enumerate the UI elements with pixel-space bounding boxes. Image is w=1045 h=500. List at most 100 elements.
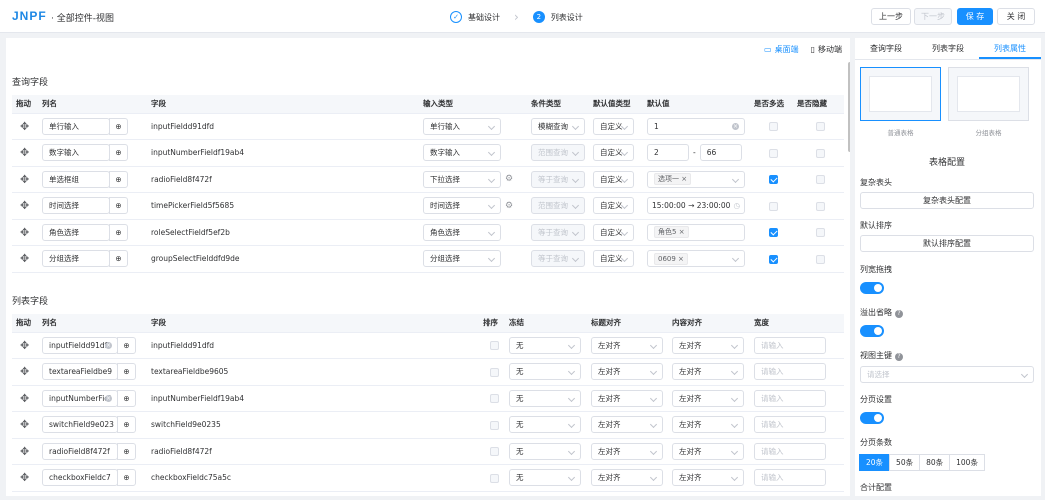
content-align-select[interactable]: 左对齐 <box>672 389 744 407</box>
multi-checkbox[interactable] <box>769 175 778 184</box>
content-align-select[interactable]: 左对齐 <box>672 336 744 354</box>
save-button[interactable]: 保 存 <box>957 8 993 25</box>
globe-icon[interactable]: ⊕ <box>109 197 128 215</box>
default-value-input[interactable]: 1 × <box>647 117 745 135</box>
range-from-input[interactable]: 2 <box>647 144 689 162</box>
freeze-select[interactable]: 无 <box>509 389 581 407</box>
time-range-input[interactable]: 15:00:00 → 23:00:00 ◷ <box>647 197 745 215</box>
condition-select[interactable]: 范围查询 <box>531 197 585 215</box>
paging-toggle[interactable] <box>860 412 884 424</box>
title-align-select[interactable]: 左对齐 <box>591 336 663 354</box>
default-type-select[interactable]: 自定义 <box>593 117 634 135</box>
drag-handle-icon[interactable]: ✥ <box>16 339 29 352</box>
column-name-input[interactable]: inputNumberFiel × <box>42 389 118 407</box>
multi-checkbox[interactable] <box>769 201 778 211</box>
input-type-select[interactable]: 数字输入 <box>423 144 501 162</box>
gear-icon[interactable]: ⚙ <box>505 174 513 184</box>
step-basic[interactable]: ✓ 基础设计 <box>450 11 500 23</box>
title-align-select[interactable]: 左对齐 <box>591 442 663 460</box>
sort-checkbox[interactable] <box>489 341 499 350</box>
width-input[interactable]: 请输入 <box>754 389 826 407</box>
column-name-input[interactable]: 分组选择 <box>42 250 110 268</box>
input-type-select[interactable]: 单行输入 <box>423 117 501 135</box>
condition-select[interactable]: 等于查询 <box>531 223 585 241</box>
globe-icon[interactable]: ⊕ <box>109 250 128 268</box>
hide-checkbox[interactable] <box>816 148 825 158</box>
prev-button[interactable]: 上一步 <box>871 8 911 25</box>
drag-handle-icon[interactable]: ✥ <box>16 471 29 484</box>
default-type-select[interactable]: 自定义 <box>593 170 634 188</box>
sort-checkbox[interactable] <box>489 367 499 377</box>
multi-checkbox[interactable] <box>769 122 778 131</box>
width-input[interactable]: 请输入 <box>754 416 826 434</box>
input-type-select[interactable]: 时间选择 <box>423 197 501 215</box>
column-name-input[interactable]: radioField8f472f <box>42 442 118 460</box>
drag-handle-icon[interactable]: ✥ <box>16 418 29 431</box>
overflow-toggle[interactable] <box>860 325 884 337</box>
width-input[interactable]: 请输入 <box>754 469 826 487</box>
drag-handle-icon[interactable]: ✥ <box>16 146 29 159</box>
title-align-select[interactable]: 左对齐 <box>591 469 663 487</box>
globe-icon[interactable]: ⊕ <box>109 117 128 135</box>
input-type-select[interactable]: 角色选择 <box>423 223 501 241</box>
col-drag-toggle[interactable] <box>860 282 884 294</box>
page-size-100[interactable]: 100条 <box>949 454 985 471</box>
drag-handle-icon[interactable]: ✥ <box>16 199 29 212</box>
column-name-input[interactable]: 单选框组 <box>42 170 110 188</box>
column-name-input[interactable]: 数字输入 <box>42 144 110 162</box>
title-align-select[interactable]: 左对齐 <box>591 416 663 434</box>
condition-select[interactable]: 等于查询 <box>531 250 585 268</box>
column-name-input[interactable]: textareaFieldbe9 <box>42 363 118 381</box>
width-input[interactable]: 请输入 <box>754 336 826 354</box>
normal-table-thumb[interactable] <box>860 67 941 121</box>
width-input[interactable]: 请输入 <box>754 363 826 381</box>
globe-icon[interactable]: ⊕ <box>117 416 136 434</box>
drag-handle-icon[interactable]: ✥ <box>16 252 29 265</box>
column-name-input[interactable]: 时间选择 <box>42 197 110 215</box>
freeze-select[interactable]: 无 <box>509 363 581 381</box>
default-type-select[interactable]: 自定义 <box>593 144 634 162</box>
freeze-select[interactable]: 无 <box>509 469 581 487</box>
clear-icon[interactable]: × <box>732 122 739 130</box>
next-button[interactable]: 下一步 <box>914 8 952 25</box>
page-size-50[interactable]: 50条 <box>889 454 921 471</box>
freeze-select[interactable]: 无 <box>509 336 581 354</box>
hide-checkbox[interactable] <box>816 122 825 131</box>
column-name-input[interactable]: 单行输入 <box>42 117 110 135</box>
multi-checkbox[interactable] <box>769 228 778 237</box>
hide-checkbox[interactable] <box>816 201 825 211</box>
view-key-select[interactable]: 请选择 <box>860 366 1034 383</box>
input-type-select[interactable]: 下拉选择 <box>423 170 501 188</box>
default-value-select[interactable]: 选项一 × <box>647 170 745 188</box>
page-size-20[interactable]: 20条 <box>859 454 891 471</box>
sort-checkbox[interactable] <box>489 420 499 430</box>
globe-icon[interactable]: ⊕ <box>117 363 136 381</box>
globe-icon[interactable]: ⊕ <box>117 442 136 460</box>
title-align-select[interactable]: 左对齐 <box>591 389 663 407</box>
globe-icon[interactable]: ⊕ <box>117 389 136 407</box>
drag-handle-icon[interactable]: ✥ <box>16 365 29 378</box>
drag-handle-icon[interactable]: ✥ <box>16 392 29 405</box>
tab-query-fields[interactable]: 查询字段 <box>855 38 917 59</box>
default-type-select[interactable]: 自定义 <box>593 197 634 215</box>
freeze-select[interactable]: 无 <box>509 442 581 460</box>
tab-list-props[interactable]: 列表属性 <box>979 38 1041 59</box>
width-input[interactable]: 请输入 <box>754 442 826 460</box>
step-list[interactable]: 2 列表设计 <box>532 11 583 23</box>
mobile-tab[interactable]: ▯ 移动端 <box>811 44 842 55</box>
freeze-select[interactable]: 无 <box>509 416 581 434</box>
globe-icon[interactable]: ⊕ <box>109 170 128 188</box>
condition-select[interactable]: 等于查询 <box>531 170 585 188</box>
default-sort-button[interactable]: 默认排序配置 <box>860 235 1034 252</box>
clear-icon[interactable]: × <box>105 394 112 402</box>
column-name-input[interactable]: checkboxFieldc7 <box>42 469 118 487</box>
column-name-input[interactable]: 角色选择 <box>42 223 110 241</box>
content-align-select[interactable]: 左对齐 <box>672 363 744 381</box>
drag-handle-icon[interactable]: ✥ <box>16 226 29 239</box>
sort-checkbox[interactable] <box>489 447 499 456</box>
drag-handle-icon[interactable]: ✥ <box>16 445 29 458</box>
scrollbar[interactable] <box>848 62 850 152</box>
hide-checkbox[interactable] <box>816 228 825 237</box>
clear-icon[interactable]: × <box>105 341 112 349</box>
sort-checkbox[interactable] <box>489 394 499 403</box>
